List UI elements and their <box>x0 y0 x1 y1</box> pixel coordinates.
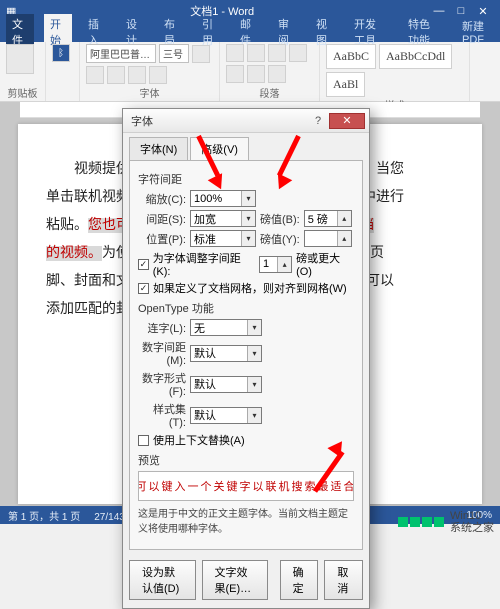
numbering-button[interactable] <box>247 44 265 62</box>
align-left-button[interactable] <box>289 44 307 62</box>
spinner-icon: ▴ <box>337 231 351 246</box>
contextual-checkbox[interactable]: 使用上下文替换(A) <box>138 432 354 448</box>
position-label: 位置(P): <box>138 231 186 247</box>
styleset-combo[interactable]: 默认▾ <box>190 407 262 424</box>
preview-hint: 这是用于中文的正文主题字体。当前文档主题定义将使用哪种字体。 <box>138 505 354 535</box>
chevron-down-icon: ▾ <box>241 231 255 246</box>
font-name-combo[interactable]: 阿里巴巴普… <box>86 44 156 63</box>
section-char-spacing: 字符间距 <box>138 171 354 187</box>
font-color-button[interactable] <box>149 66 167 84</box>
group-styles: AaBbC AaBbCcDdl AaBl 样式 <box>320 42 470 101</box>
chevron-down-icon: ▾ <box>247 408 261 423</box>
font-size-combo[interactable]: 三号 <box>159 44 189 63</box>
ligature-label: 连字(L): <box>138 320 186 336</box>
group-clipboard: 剪贴板 <box>0 42 46 101</box>
style-3[interactable]: AaBl <box>326 72 365 97</box>
checkbox-icon: ✓ <box>138 259 149 270</box>
dialog-body: 字符间距 缩放(C): 100%▾ 间距(S): 加宽▾ 磅值(B): 5 磅▴… <box>129 160 363 550</box>
group-paragraph: 段落 <box>220 42 320 101</box>
style-2[interactable]: AaBbCcDdl <box>379 44 452 69</box>
numform-label: 数字形式(F): <box>138 370 186 398</box>
position-amount-input[interactable]: ▴ <box>304 230 352 247</box>
font-dialog: 字体 ? ✕ 字体(N) 高级(V) 字符间距 缩放(C): 100%▾ 间距(… <box>122 108 370 609</box>
checkbox-icon: ✓ <box>138 283 149 294</box>
spacing-amount-input[interactable]: 5 磅▴ <box>304 210 352 227</box>
italic-button[interactable] <box>86 66 104 84</box>
indent-button[interactable] <box>268 44 286 62</box>
section-opentype: OpenType 功能 <box>138 300 354 316</box>
shading-button[interactable] <box>268 65 286 83</box>
ligature-combo[interactable]: 无▾ <box>190 319 262 336</box>
dialog-titlebar[interactable]: 字体 ? ✕ <box>123 109 369 133</box>
watermark: Win10系统之家 <box>360 502 500 542</box>
dialog-buttons: 设为默认值(D) 文字效果(E)… 确定 取消 <box>123 556 369 608</box>
cancel-button[interactable]: 取消 <box>324 560 363 600</box>
bullets-button[interactable] <box>226 44 244 62</box>
position-combo[interactable]: 标准▾ <box>190 230 256 247</box>
group-clipboard-label: 剪贴板 <box>6 85 39 101</box>
ribbon-tabs: 文件 开始 插入 设计 布局 引用 邮件 审阅 视图 开发工具 特色功能 新建P… <box>0 22 500 42</box>
watermark-logo-icon <box>398 517 444 527</box>
spinner-icon: ▴ <box>337 211 351 226</box>
kerning-value-input[interactable]: 1▴ <box>259 256 292 273</box>
bluetooth-icon[interactable]: ᛒ <box>52 44 70 62</box>
chevron-down-icon: ▾ <box>247 346 261 361</box>
group-para-label: 段落 <box>226 85 313 101</box>
group-font-label: 字体 <box>86 85 213 101</box>
strike-button[interactable] <box>128 66 146 84</box>
dialog-tabs: 字体(N) 高级(V) <box>123 133 369 160</box>
underline-button[interactable] <box>107 66 125 84</box>
watermark-text: Win10系统之家 <box>450 510 494 534</box>
paste-button[interactable] <box>6 44 34 74</box>
dialog-title: 字体 <box>131 113 307 129</box>
dialog-tab-advanced[interactable]: 高级(V) <box>190 137 249 160</box>
scale-label: 缩放(C): <box>138 191 186 207</box>
spacing-amount-label: 磅值(B): <box>260 211 300 227</box>
group-font: 阿里巴巴普… 三号 字体 <box>80 42 220 101</box>
preview-label: 预览 <box>138 452 354 468</box>
numspacing-label: 数字间距(M): <box>138 339 186 367</box>
snap-grid-checkbox[interactable]: ✓ 如果定义了文档网格，则对齐到网格(W) <box>138 280 354 296</box>
dialog-close-button[interactable]: ✕ <box>329 113 365 129</box>
kerning-checkbox[interactable]: ✓ 为字体调整字间距(K): 1▴ 磅或更大(O) <box>138 250 354 278</box>
dialog-tab-font[interactable]: 字体(N) <box>129 137 188 160</box>
spacing-combo[interactable]: 加宽▾ <box>190 210 256 227</box>
spacing-label: 间距(S): <box>138 211 186 227</box>
chevron-down-icon: ▾ <box>247 320 261 335</box>
style-1[interactable]: AaBbC <box>326 44 376 69</box>
numform-combo[interactable]: 默认▾ <box>190 376 262 393</box>
status-page[interactable]: 第 1 页，共 1 页 <box>8 508 80 523</box>
checkbox-icon <box>138 435 149 446</box>
chevron-down-icon: ▾ <box>241 191 255 206</box>
scale-combo[interactable]: 100%▾ <box>190 190 256 207</box>
spinner-icon: ▴ <box>277 257 291 272</box>
chevron-down-icon: ▾ <box>247 377 261 392</box>
styleset-label: 样式集(T): <box>138 401 186 429</box>
ribbon: 剪贴板 ᛒ 阿里巴巴普… 三号 字体 段落 AaBbC <box>0 42 500 102</box>
text-effects-button[interactable]: 文字效果(E)… <box>202 560 268 600</box>
dialog-help-button[interactable]: ? <box>307 115 329 127</box>
numspacing-combo[interactable]: 默认▾ <box>190 345 262 362</box>
set-default-button[interactable]: 设为默认值(D) <box>129 560 196 600</box>
ok-button[interactable]: 确定 <box>280 560 319 600</box>
position-amount-label: 磅值(Y): <box>260 231 300 247</box>
bold-button[interactable] <box>192 45 210 63</box>
chevron-down-icon: ▾ <box>241 211 255 226</box>
preview-box: 您也可以键入一个关键字以联机搜索最适合您的 <box>138 471 354 501</box>
align-center-button[interactable] <box>226 65 244 83</box>
group-bluetooth: ᛒ <box>46 42 80 101</box>
align-right-button[interactable] <box>247 65 265 83</box>
